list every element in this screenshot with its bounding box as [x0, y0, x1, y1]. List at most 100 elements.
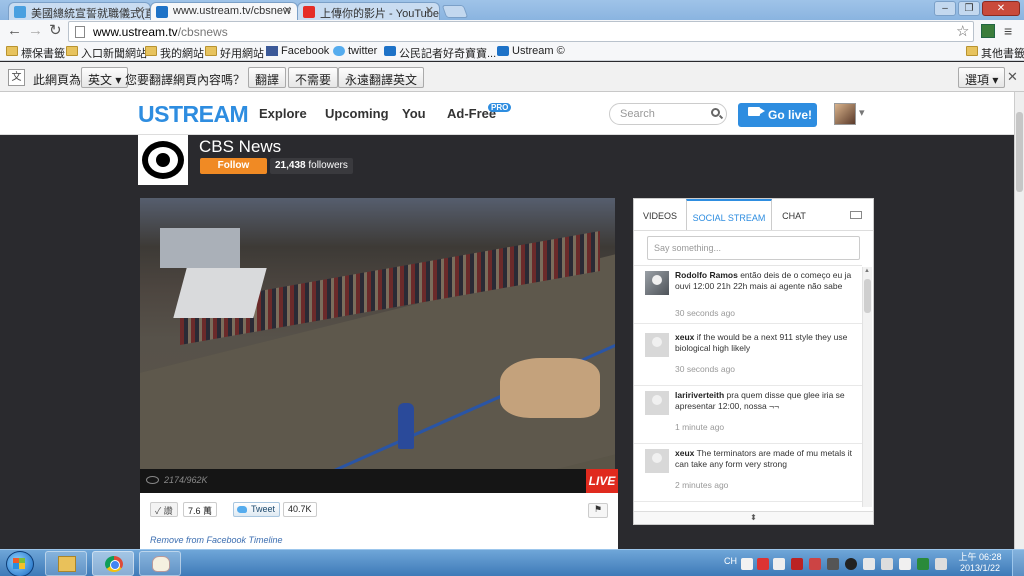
post-author[interactable]: laririverteith: [675, 390, 724, 400]
post-message: if the would be a next 911 style they us…: [675, 332, 848, 353]
avatar[interactable]: [645, 391, 669, 415]
close-icon[interactable]: ✕: [283, 4, 292, 17]
close-icon[interactable]: ✕: [425, 4, 434, 17]
post-author[interactable]: xeux: [675, 332, 694, 342]
popout-icon[interactable]: [850, 211, 862, 219]
other-bookmarks[interactable]: 其他書籤: [966, 45, 1024, 61]
remove-from-timeline-link[interactable]: Remove from Facebook Timeline: [150, 535, 282, 545]
address-bar[interactable]: www.ustream.tv/cbsnews: [68, 21, 974, 42]
feed-scrollbar[interactable]: ▲: [862, 267, 872, 507]
camera-icon: [748, 107, 765, 116]
taskbar-chrome[interactable]: [92, 551, 134, 576]
bookmark-item[interactable]: 公民記者好奇寶寶...: [384, 45, 496, 61]
extension-icon[interactable]: [981, 24, 995, 38]
bookmark-item[interactable]: 標保書籤: [6, 45, 65, 61]
scroll-up-icon[interactable]: ▲: [864, 268, 870, 274]
clock[interactable]: 上午 06:28 2013/1/22: [952, 552, 1008, 574]
options-button[interactable]: 選項 ▾: [958, 67, 1006, 88]
channel-logo[interactable]: [138, 135, 188, 185]
no-translate-button[interactable]: 不需要: [288, 67, 339, 88]
tab-ustream[interactable]: www.ustream.tv/cbsnew ✕: [150, 2, 298, 20]
show-desktop-button[interactable]: [1012, 550, 1024, 576]
bookmark-item[interactable]: Ustream ©: [497, 45, 565, 57]
tab-chat[interactable]: CHAT: [772, 199, 816, 231]
flag-icon[interactable]: [863, 558, 875, 570]
bookmark-item[interactable]: 好用網站: [205, 45, 264, 61]
tray-app-icon[interactable]: [827, 558, 839, 570]
settings-icon[interactable]: [773, 558, 785, 570]
nav-you[interactable]: You: [402, 106, 426, 121]
tray-app-icon[interactable]: [917, 558, 929, 570]
flag-icon[interactable]: ⚑: [588, 503, 608, 518]
tray-app-icon[interactable]: [845, 558, 857, 570]
language-select[interactable]: 英文 ▾: [81, 67, 129, 88]
bookmark-star-icon[interactable]: ☆: [956, 22, 969, 40]
like-button[interactable]: ✓ 讚: [150, 502, 178, 517]
folder-icon: [58, 556, 76, 572]
chrome-menu-icon[interactable]: ≡: [1004, 23, 1012, 39]
tray-app-icon[interactable]: [791, 558, 803, 570]
ime-icon[interactable]: [757, 558, 769, 570]
tray-app-icon[interactable]: [935, 558, 947, 570]
maximize-button[interactable]: ❐: [958, 1, 980, 16]
scrollbar-thumb[interactable]: [864, 279, 871, 313]
bookmark-item[interactable]: twitter: [333, 45, 377, 57]
back-arrow-icon[interactable]: ←: [7, 23, 22, 39]
follow-button[interactable]: Follow: [200, 158, 267, 174]
avatar[interactable]: [645, 271, 669, 295]
bookmark-item[interactable]: 入口新聞網站: [66, 45, 147, 61]
window-close-button[interactable]: ✕: [982, 1, 1020, 16]
panel-resize-handle[interactable]: ⬍: [634, 511, 873, 524]
avatar[interactable]: [645, 333, 669, 357]
page-scrollbar[interactable]: [1014, 92, 1024, 549]
channel-name[interactable]: CBS News: [199, 137, 281, 157]
window-controls: – ❐ ✕: [934, 1, 1020, 16]
tab-social-stream[interactable]: SOCIAL STREAM: [686, 199, 772, 231]
tray-app-icon[interactable]: [809, 558, 821, 570]
tab-inauguration[interactable]: 美國總統宣誓就職儀式(直 ✕: [8, 2, 151, 20]
video-frame: [173, 268, 267, 318]
clock-date: 2013/1/22: [959, 563, 1001, 573]
avatar[interactable]: [834, 103, 856, 125]
search-icon[interactable]: [711, 108, 720, 117]
volume-icon[interactable]: [899, 558, 911, 570]
windows-taskbar: CH 上午 06:28 2013/1/22: [0, 549, 1024, 576]
bookmark-item[interactable]: 我的網站: [145, 45, 204, 61]
divider: [634, 230, 873, 231]
bookmark-label: Facebook: [281, 45, 330, 57]
keyboard-icon[interactable]: [741, 558, 753, 570]
close-icon[interactable]: ✕: [1007, 69, 1018, 85]
list-item: laririverteith pra quem disse que glee i…: [634, 386, 862, 444]
tab-videos[interactable]: VIDEOS: [634, 199, 686, 231]
new-tab-button[interactable]: [441, 5, 469, 18]
chevron-down-icon[interactable]: ▾: [859, 106, 865, 119]
forward-arrow-icon[interactable]: →: [28, 23, 43, 39]
taskbar-explorer[interactable]: [45, 551, 87, 576]
close-icon[interactable]: ✕: [136, 4, 145, 17]
nav-upcoming[interactable]: Upcoming: [325, 106, 389, 121]
scrollbar-thumb[interactable]: [1016, 112, 1023, 192]
post-author[interactable]: xeux: [675, 448, 694, 458]
tweet-button[interactable]: Tweet: [233, 502, 281, 517]
nav-explore[interactable]: Explore: [259, 106, 307, 121]
bookmark-item[interactable]: Facebook: [266, 45, 329, 57]
reload-icon[interactable]: ↻: [49, 23, 62, 39]
always-translate-button[interactable]: 永遠翻譯英文: [338, 67, 425, 88]
search-input[interactable]: Search: [609, 103, 727, 125]
translate-button[interactable]: 翻譯: [248, 67, 287, 88]
chrome-icon: [105, 556, 123, 572]
ustream-logo[interactable]: USTREAM: [138, 101, 249, 128]
language-indicator[interactable]: CH: [724, 556, 737, 566]
tab-youtube[interactable]: 上傳你的影片 - YouTube ✕: [297, 2, 440, 20]
post-text: laririverteith pra quem disse que glee i…: [675, 390, 857, 412]
avatar[interactable]: [645, 449, 669, 473]
pro-badge: PRO: [488, 103, 512, 112]
post-author[interactable]: Rodolfo Ramos: [675, 270, 738, 280]
taskbar-paint[interactable]: [139, 551, 181, 576]
say-something-input[interactable]: Say something...: [647, 236, 860, 260]
video-player[interactable]: [140, 198, 615, 469]
translate-icon: 文: [8, 69, 25, 86]
minimize-button[interactable]: –: [934, 1, 956, 16]
viewer-count: 2174/962K: [164, 475, 208, 485]
network-icon[interactable]: [881, 558, 893, 570]
